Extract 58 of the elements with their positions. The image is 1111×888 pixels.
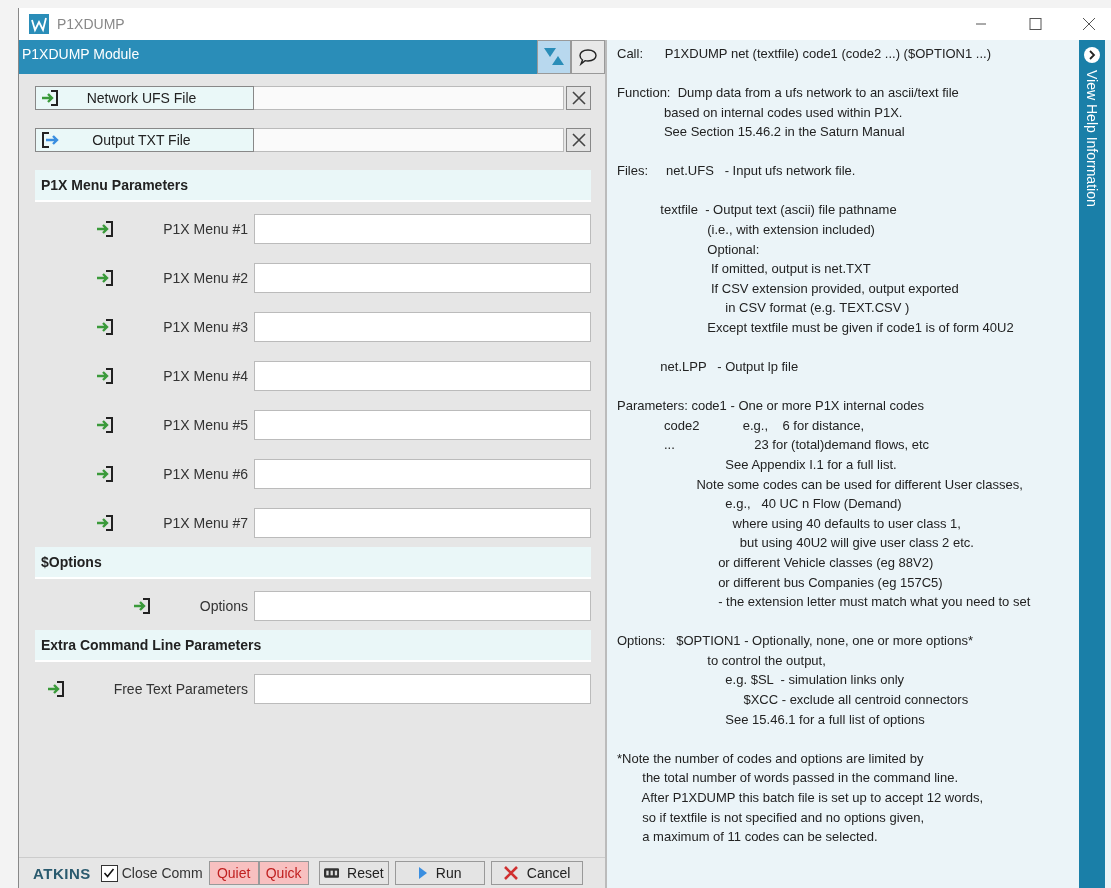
run-button[interactable]: Run — [394, 861, 485, 885]
help-text-line: to control the output, — [706, 651, 827, 670]
help-text-line: Files: net.UFS - Input ufs network file. — [617, 162, 857, 181]
quick-button[interactable]: Quick — [258, 861, 309, 885]
help-text-line: See Section 15.46.2 in the Saturn Manual — [662, 123, 906, 142]
field-label: P1X Menu #5 — [163, 416, 248, 433]
help-text-line: e.g. $SL - simulation links only — [724, 671, 906, 690]
help-text-line: - the extension letter must match what you need to set — [717, 593, 1032, 612]
help-text-line: in CSV format (e.g. TEXT.CSV ) — [724, 299, 911, 318]
help-text-line: Except textfile must be given if code1 is of form 40U2 — [706, 319, 1015, 338]
help-text-line: Call: P1XDUMP net (textfile) code1 (code2 ...) ($OPTION1 ...) — [617, 45, 992, 63]
close-checkbox[interactable]: Close Comm — [100, 864, 203, 882]
help-text-line: Note some codes can be used for different User classes, — [695, 475, 1024, 494]
field-label: Free Text Parameters — [113, 680, 248, 697]
file-select-button[interactable]: Output TXT File — [35, 128, 254, 152]
field-label: P1X Menu #6 — [163, 465, 248, 482]
field-label: P1X Menu #1 — [163, 220, 248, 237]
cancel-button[interactable]: Cancel — [490, 861, 583, 885]
section-title: $Options — [41, 554, 102, 570]
help-text-line: net.LPP - Output lp file — [659, 358, 800, 377]
help-text-line: or different Vehicle classes (eg 88V2) — [717, 553, 935, 572]
section-title: P1X Menu Parameters — [41, 177, 189, 193]
help-text-line: *Note the number of codes and options are limited by — [617, 749, 925, 768]
file-select-button[interactable]: Network UFS File — [35, 86, 254, 110]
help-text-line: If CSV extension provided, output exported — [709, 279, 960, 298]
help-text-line: Optional: — [706, 240, 761, 259]
field-label: P1X Menu #2 — [163, 269, 248, 286]
company-logo: ATKINS — [33, 864, 91, 882]
reset-button[interactable]: Reset — [318, 861, 389, 885]
field-label: P1X Menu #4 — [163, 367, 248, 384]
field-label: P1X Menu #3 — [163, 318, 248, 335]
window-title: P1XDUMP — [57, 16, 126, 32]
help-text-line: the total number of words passed in the command line. — [641, 769, 960, 788]
help-text-line: Parameters: code1 - One or more P1X internal codes — [617, 397, 926, 416]
help-text-line: Options: $OPTION1 - Optionally, none, one or more options* — [617, 632, 974, 651]
help-text-line: e.g., 40 UC n Flow (Demand) — [724, 495, 903, 514]
help-text-line: so if textfile is not specified and no options given, — [641, 808, 926, 827]
field-label: P1X Menu #7 — [163, 514, 248, 531]
help-text-line: ... 23 for (total)demand flows, etc — [662, 436, 931, 455]
help-tab-button[interactable]: View Help Information — [1084, 70, 1100, 207]
help-text-line: $XCC - exclude all centroid connectors — [742, 691, 970, 710]
field-label: Options — [199, 597, 248, 614]
quiet-button[interactable]: Quiet — [208, 861, 259, 885]
section-title: Extra Command Line Parameters — [41, 637, 262, 653]
help-text-line: If omitted, output is net.TXT — [709, 260, 872, 279]
help-text-line: After P1XDUMP this batch file is set up to accept 12 words, — [640, 788, 985, 807]
help-text-line: where using 40 defaults to user class 1, — [731, 514, 962, 533]
help-text-line: Function: Dump data from a ufs network to an ascii/text file — [617, 84, 960, 103]
help-text-line: or different bus Companies (eg 157C5) — [717, 573, 944, 592]
help-text-line: textfile - Output text (ascii) file pathname — [659, 201, 898, 220]
help-text-line: See 15.46.1 for a full list of options — [724, 710, 926, 729]
help-text-line: (i.e., with extension included) — [706, 221, 876, 240]
help-text-line: code2 e.g., 6 for distance, — [662, 416, 866, 435]
help-text-line: based on internal codes used within P1X. — [662, 103, 904, 122]
help-text-line: but using 40U2 will give user class 2 etc. — [738, 534, 975, 553]
module-title: P1XDUMP Module — [21, 45, 141, 64]
help-text-line: a maximum of 11 codes can be selected. — [641, 828, 879, 847]
help-text-line: See Appendix I.1 for a full list. — [724, 456, 898, 474]
